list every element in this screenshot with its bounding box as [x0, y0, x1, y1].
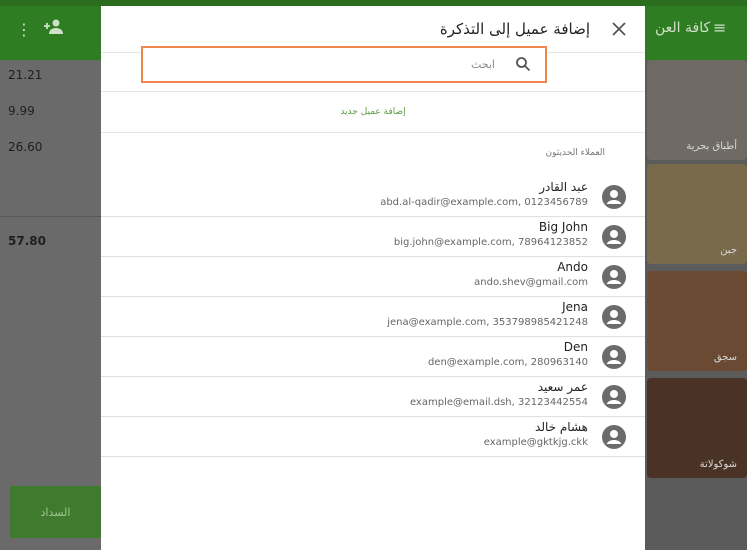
- customer-name: عمر سعيد: [537, 380, 588, 394]
- customer-row[interactable]: Jena jena@example.com, 353798985421248: [101, 297, 645, 337]
- recent-customers-label: العملاء الحديثون: [545, 148, 605, 158]
- person-avatar-icon: [602, 225, 626, 249]
- category-label: جبن: [720, 245, 737, 256]
- customer-row[interactable]: Ando ando.shev@gmail.com: [101, 257, 645, 297]
- customer-details: den@example.com, 280963140: [427, 357, 588, 368]
- person-avatar-icon: [602, 265, 626, 289]
- add-new-customer-link[interactable]: إضافة عميل جديد: [101, 92, 645, 132]
- customer-name: Ando: [557, 260, 588, 274]
- customer-row[interactable]: عبد القادر abd.al-qadir@example.com, 012…: [101, 177, 645, 217]
- customer-row[interactable]: هشام خالد example@gktkjg.ckk: [101, 417, 645, 457]
- dialog-title: إضافة عميل إلى التذكرة: [439, 20, 590, 38]
- person-avatar-icon: [602, 345, 626, 369]
- search-input[interactable]: [143, 48, 503, 81]
- customer-name: Jena: [562, 300, 588, 314]
- customer-details: ando.shev@gmail.com: [474, 277, 588, 288]
- customer-row[interactable]: Den den@example.com, 280963140: [101, 337, 645, 377]
- person-avatar-icon: [602, 425, 626, 449]
- more-vert-icon[interactable]: ⋮: [16, 20, 32, 39]
- customer-name: Den: [563, 340, 588, 354]
- customer-row[interactable]: Big John big.john@example.com, 789641238…: [101, 217, 645, 257]
- ticket-amount: 26.60: [8, 140, 43, 154]
- close-button[interactable]: [607, 17, 631, 41]
- customer-row[interactable]: عمر سعيد example@email.dsh, 32123442554: [101, 377, 645, 417]
- customer-details: jena@example.com, 353798985421248: [387, 317, 588, 328]
- category-label: شوكولاتة: [699, 459, 737, 470]
- customer-details: abd.al-qadir@example.com, 0123456789: [380, 197, 588, 208]
- person-avatar-icon: [602, 385, 626, 409]
- customer-details: big.john@example.com, 78964123852: [393, 237, 588, 248]
- person-avatar-icon: [602, 305, 626, 329]
- menu-icon[interactable]: ≡: [713, 18, 726, 37]
- ticket-total: 57.80: [8, 234, 46, 248]
- customer-details: example@email.dsh, 32123442554: [409, 397, 588, 408]
- customer-details: example@gktkjg.ckk: [483, 437, 588, 448]
- divider: [0, 216, 101, 217]
- person-avatar-icon: [602, 185, 626, 209]
- customer-name: هشام خالد: [535, 420, 588, 434]
- add-customer-dialog: إضافة عميل إلى التذكرة إضافة عميل جديد ا…: [101, 6, 645, 550]
- category-tile[interactable]: أطباق بحرية: [647, 60, 747, 160]
- ticket-panel: [0, 60, 101, 550]
- close-icon: [612, 22, 626, 36]
- add-person-icon[interactable]: [44, 18, 64, 40]
- category-label: أطباق بحرية: [686, 141, 737, 152]
- category-label: سجق: [713, 352, 737, 363]
- ticket-amount: 9.99: [8, 104, 35, 118]
- customer-name: عبد القادر: [539, 180, 588, 194]
- category-title: كافة العن: [655, 20, 711, 36]
- divider: [101, 132, 645, 133]
- category-tile[interactable]: جبن: [647, 164, 747, 264]
- category-tile[interactable]: سجق: [647, 271, 747, 371]
- customer-name: Big John: [538, 220, 588, 234]
- search-box[interactable]: [141, 46, 547, 83]
- category-tile[interactable]: شوكولاتة: [647, 378, 747, 478]
- ticket-amount: 21.21: [8, 68, 43, 82]
- pay-button[interactable]: السداد: [10, 486, 101, 538]
- search-icon: [516, 57, 531, 72]
